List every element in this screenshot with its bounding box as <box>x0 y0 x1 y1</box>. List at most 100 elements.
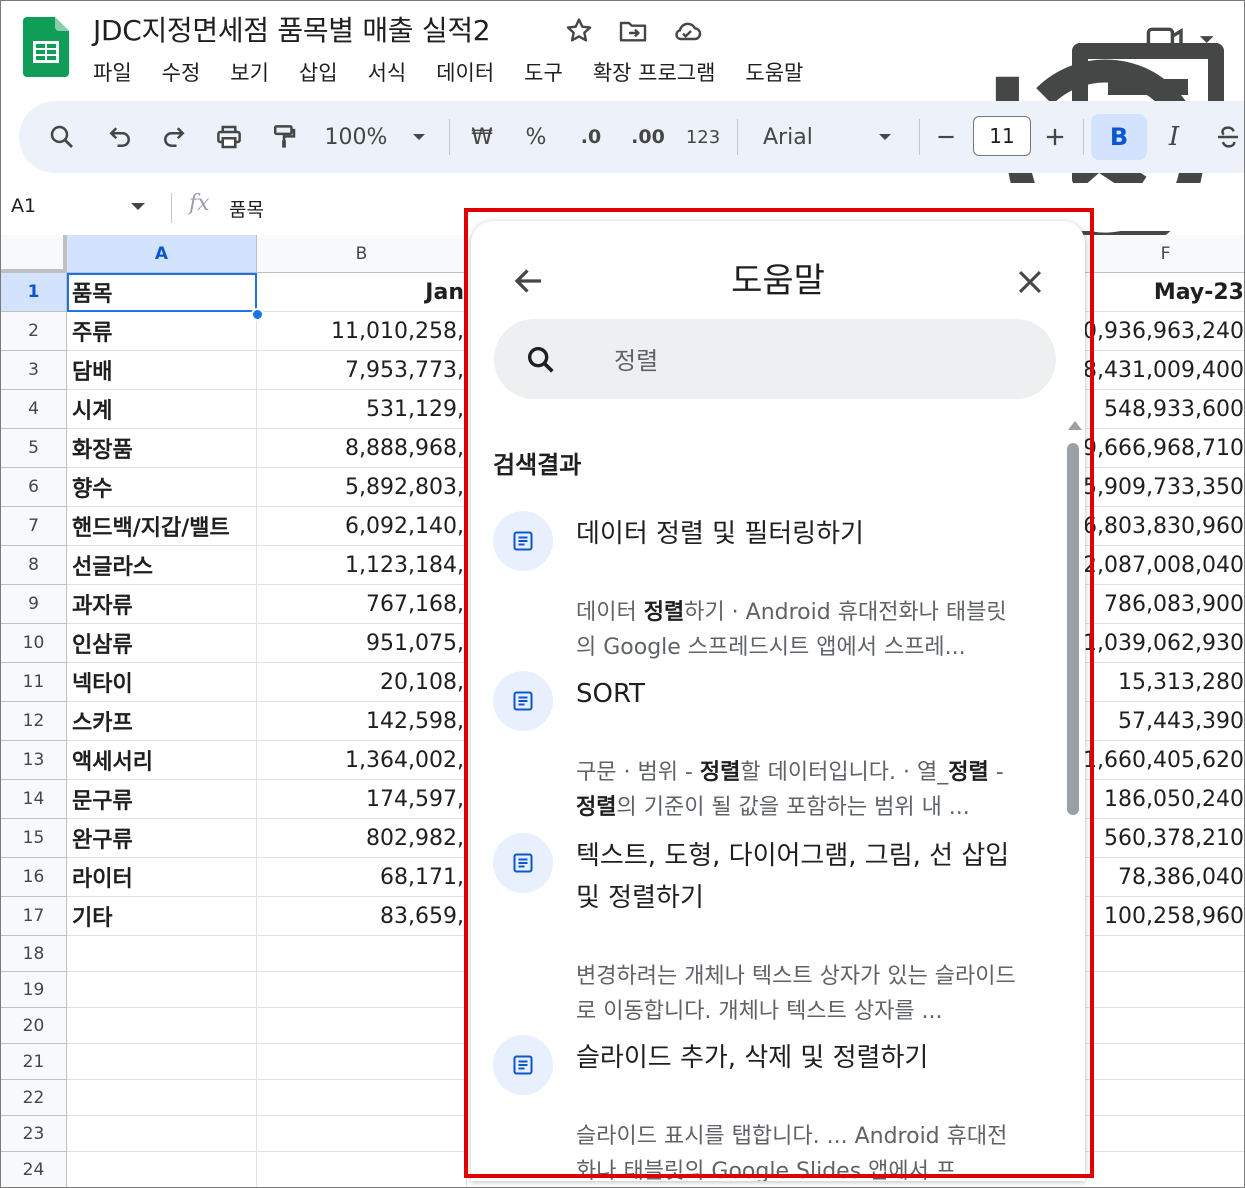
value-cell[interactable]: 83,659, <box>257 897 467 936</box>
column-header-a[interactable]: A <box>67 235 257 273</box>
bold-button[interactable]: B <box>1091 114 1147 160</box>
currency-format-button[interactable]: ₩ <box>467 101 497 173</box>
row-header[interactable]: 23 <box>1 1116 67 1152</box>
move-folder-icon[interactable] <box>617 15 649 47</box>
empty-cell[interactable] <box>1081 1008 1244 1044</box>
value-cell[interactable]: 78,386,040 <box>1081 858 1244 897</box>
empty-cell[interactable] <box>257 936 467 972</box>
font-size-input[interactable]: 11 <box>973 116 1031 156</box>
font-dropdown-icon[interactable] <box>873 101 897 173</box>
number-format-button[interactable]: 123 <box>683 101 723 173</box>
strikethrough-icon[interactable] <box>1211 101 1244 173</box>
category-cell[interactable]: 라이터 <box>67 858 257 897</box>
empty-cell[interactable] <box>1081 972 1244 1008</box>
value-cell[interactable]: 20,108, <box>257 663 467 702</box>
column-header-b[interactable]: B <box>257 235 467 273</box>
value-cell[interactable]: 531,129, <box>257 390 467 429</box>
row-header[interactable]: 10 <box>1 624 67 663</box>
menu-view[interactable]: 보기 <box>230 57 283 87</box>
empty-cell[interactable] <box>1081 936 1244 972</box>
row-header[interactable]: 6 <box>1 468 67 507</box>
fill-handle[interactable] <box>251 308 264 321</box>
category-cell[interactable]: 주류 <box>67 312 257 351</box>
category-cell[interactable]: 스카프 <box>67 702 257 741</box>
empty-cell[interactable] <box>1081 1080 1244 1116</box>
print-icon[interactable] <box>211 101 247 173</box>
increase-decimal-button[interactable]: .00 <box>625 101 671 173</box>
value-cell[interactable]: 11,010,258, <box>257 312 467 351</box>
row-header[interactable]: 12 <box>1 702 67 741</box>
paint-format-icon[interactable] <box>267 101 301 173</box>
value-cell[interactable]: 68,171, <box>257 858 467 897</box>
row-header[interactable]: 16 <box>1 858 67 897</box>
row-header[interactable]: 17 <box>1 897 67 936</box>
category-cell[interactable]: 핸드백/지갑/밸트 <box>67 507 257 546</box>
value-cell[interactable]: 786,083,900 <box>1081 585 1244 624</box>
row-header[interactable]: 3 <box>1 351 67 390</box>
redo-icon[interactable] <box>157 101 191 173</box>
category-cell[interactable]: 넥타이 <box>67 663 257 702</box>
row-header[interactable]: 15 <box>1 819 67 858</box>
category-cell[interactable]: 담배 <box>67 351 257 390</box>
row-header[interactable]: 4 <box>1 390 67 429</box>
value-cell[interactable]: 15,313,280 <box>1081 663 1244 702</box>
menu-insert[interactable]: 삽입 <box>299 57 352 87</box>
empty-cell[interactable] <box>1081 1044 1244 1080</box>
increase-font-size-icon[interactable] <box>1041 101 1069 173</box>
row-header[interactable]: 1 <box>1 273 67 312</box>
italic-button[interactable]: I <box>1157 101 1191 173</box>
value-cell[interactable]: 548,933,600 <box>1081 390 1244 429</box>
menu-help[interactable]: 도움말 <box>745 57 817 87</box>
value-cell[interactable]: 1,123,184, <box>257 546 467 585</box>
menu-edit[interactable]: 수정 <box>162 57 215 87</box>
value-cell[interactable]: 0,936,963,240 <box>1081 312 1244 351</box>
empty-cell[interactable] <box>67 1152 257 1187</box>
row-header[interactable]: 13 <box>1 741 67 780</box>
value-cell[interactable]: 174,597, <box>257 780 467 819</box>
value-cell[interactable]: 142,598, <box>257 702 467 741</box>
empty-cell[interactable] <box>257 1116 467 1152</box>
value-cell[interactable]: 767,168, <box>257 585 467 624</box>
value-cell[interactable]: 951,075, <box>257 624 467 663</box>
category-cell[interactable]: 시계 <box>67 390 257 429</box>
empty-cell[interactable] <box>257 972 467 1008</box>
category-cell[interactable]: 인삼류 <box>67 624 257 663</box>
empty-cell[interactable] <box>1081 1116 1244 1152</box>
sheets-logo-icon[interactable] <box>23 17 69 77</box>
cell-f1[interactable]: May-23 <box>1081 273 1244 312</box>
value-cell[interactable]: 560,378,210 <box>1081 819 1244 858</box>
empty-cell[interactable] <box>67 1080 257 1116</box>
value-cell[interactable]: 1,660,405,620 <box>1081 741 1244 780</box>
search-menus-icon[interactable] <box>45 101 79 173</box>
value-cell[interactable]: 100,258,960 <box>1081 897 1244 936</box>
value-cell[interactable]: 5,892,803, <box>257 468 467 507</box>
empty-cell[interactable] <box>257 1008 467 1044</box>
select-all-corner[interactable] <box>1 235 67 273</box>
value-cell[interactable]: 802,982, <box>257 819 467 858</box>
menu-extensions[interactable]: 확장 프로그램 <box>593 57 730 87</box>
row-header[interactable]: 14 <box>1 780 67 819</box>
cell-b1[interactable]: Jan <box>257 273 467 312</box>
category-cell[interactable]: 화장품 <box>67 429 257 468</box>
empty-cell[interactable] <box>257 1080 467 1116</box>
row-header[interactable]: 24 <box>1 1152 67 1187</box>
menu-data[interactable]: 데이터 <box>436 57 508 87</box>
category-cell[interactable]: 선글라스 <box>67 546 257 585</box>
category-cell[interactable]: 완구류 <box>67 819 257 858</box>
value-cell[interactable]: 6,803,830,960 <box>1081 507 1244 546</box>
empty-cell[interactable] <box>67 1116 257 1152</box>
zoom-select[interactable]: 100% <box>321 101 391 173</box>
category-cell[interactable]: 문구류 <box>67 780 257 819</box>
row-header[interactable]: 2 <box>1 312 67 351</box>
value-cell[interactable]: 6,092,140, <box>257 507 467 546</box>
value-cell[interactable]: 1,364,002, <box>257 741 467 780</box>
font-select[interactable]: Arial <box>763 101 819 173</box>
value-cell[interactable]: 9,666,968,710 <box>1081 429 1244 468</box>
name-box[interactable]: A1 <box>11 195 36 217</box>
empty-cell[interactable] <box>257 1152 467 1187</box>
row-header[interactable]: 22 <box>1 1080 67 1116</box>
row-header[interactable]: 9 <box>1 585 67 624</box>
value-cell[interactable]: 8,888,968, <box>257 429 467 468</box>
meet-video-icon[interactable] <box>1145 19 1217 60</box>
name-box-dropdown-icon[interactable] <box>131 203 145 210</box>
